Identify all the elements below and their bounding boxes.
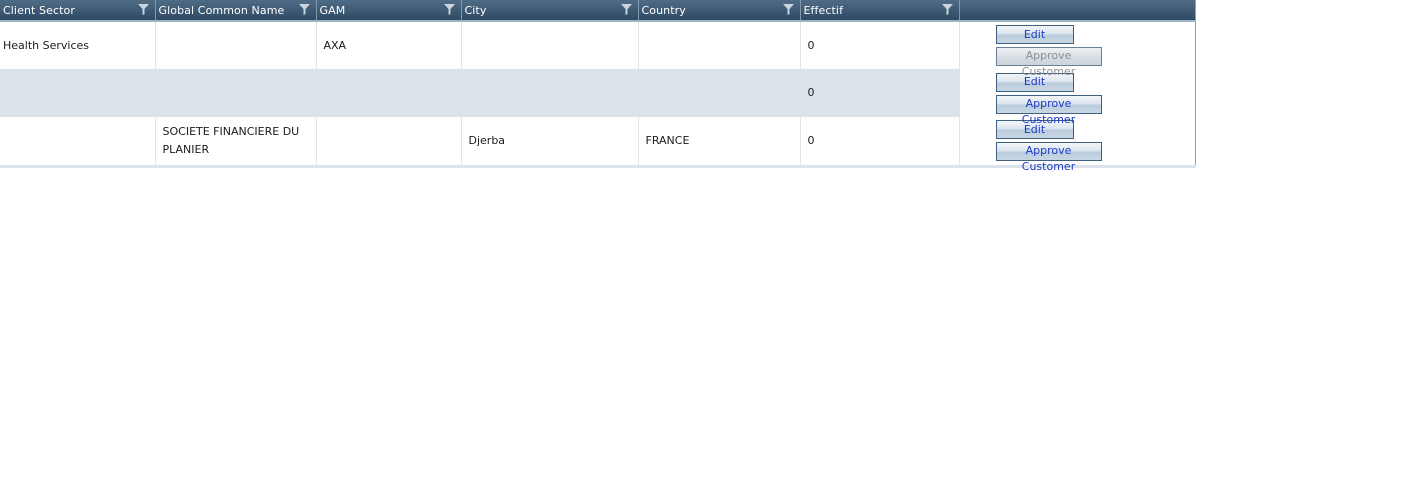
cell-global-common-name: SOCIETE FINANCIERE DU PLANIER [155, 117, 317, 166]
column-header-label: Global Common Name [158, 4, 285, 17]
approve-customer-button: Approve Customer [995, 47, 1102, 78]
cell-global-common-name [155, 21, 317, 69]
column-header-country[interactable]: Country [638, 0, 801, 22]
column-header-client-sector[interactable]: Client Sector [0, 0, 156, 22]
approve-customer-button[interactable]: Approve Customer [995, 142, 1102, 173]
cell-client-sector: Health Services [0, 21, 156, 69]
column-header-label: GAM [319, 4, 346, 17]
cell-actions: Edit Approve Customer [959, 21, 1195, 78]
cell-city [461, 21, 639, 69]
cell-effectif: 0 [800, 69, 960, 117]
filter-icon[interactable] [941, 4, 953, 15]
filter-icon[interactable] [782, 4, 794, 15]
cell-city [461, 69, 639, 117]
cell-effectif: 0 [800, 117, 960, 166]
cell-effectif: 0 [800, 21, 960, 69]
cell-client-sector [0, 117, 156, 166]
customer-grid: Client Sector Global Common Name GAM Cit… [0, 0, 1196, 173]
cell-country: FRANCE [638, 117, 801, 166]
column-header-global-common-name[interactable]: Global Common Name [155, 0, 317, 22]
filter-icon[interactable] [620, 4, 632, 15]
table-row[interactable]: SOCIETE FINANCIERE DU PLANIER Djerba FRA… [0, 117, 1195, 173]
cell-gam [316, 69, 462, 117]
filter-icon[interactable] [137, 4, 149, 15]
table-row[interactable]: Health Services AXA 0 Edit Approve Custo… [0, 21, 1195, 78]
column-header-actions [959, 0, 1195, 22]
cell-actions: Edit Approve Customer [959, 69, 1195, 126]
edit-button[interactable]: Edit [995, 25, 1074, 44]
column-header-label: Country [641, 4, 686, 17]
header-row: Client Sector Global Common Name GAM Cit… [0, 0, 1195, 22]
column-header-gam[interactable]: GAM [316, 0, 462, 22]
cell-city: Djerba [461, 117, 639, 166]
table-row[interactable]: 0 Edit Approve Customer [0, 69, 1195, 126]
column-header-label: City [464, 4, 487, 17]
column-header-label: Client Sector [3, 4, 76, 17]
cell-country [638, 69, 801, 117]
column-header-city[interactable]: City [461, 0, 639, 22]
cell-country [638, 21, 801, 69]
approve-customer-button[interactable]: Approve Customer [995, 94, 1102, 126]
column-header-label: Effectif [803, 4, 844, 17]
cell-gam: AXA [316, 21, 462, 69]
cell-gam [316, 117, 462, 166]
cell-actions: Edit Approve Customer [959, 117, 1195, 173]
filter-icon[interactable] [298, 4, 310, 15]
cell-client-sector [0, 69, 156, 117]
customer-table: Client Sector Global Common Name GAM Cit… [0, 0, 1196, 173]
cell-global-common-name [155, 69, 317, 117]
filter-icon[interactable] [443, 4, 455, 15]
column-header-effectif[interactable]: Effectif [800, 0, 960, 22]
